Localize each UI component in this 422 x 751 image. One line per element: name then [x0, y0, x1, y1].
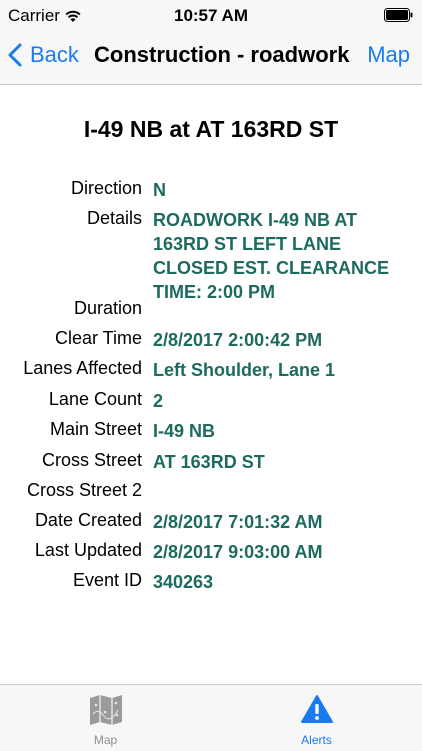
- status-time: 10:57 AM: [173, 6, 248, 25]
- field-label: Event ID: [72, 570, 142, 590]
- field-value: 2/8/2017 9:03:00 AM: [153, 542, 323, 562]
- field-label: Lane Count: [48, 389, 142, 409]
- field-label: Cross Street: [41, 450, 142, 470]
- field-label: Lanes Affected: [23, 358, 142, 378]
- field-label: Duration: [73, 298, 142, 318]
- map-icon: [89, 695, 122, 725]
- alert-icon: [300, 695, 333, 723]
- navigation-bar: Back Construction - roadwork Map: [0, 30, 422, 85]
- back-button-label: Back: [30, 42, 79, 67]
- field-label: Cross Street 2: [26, 480, 142, 500]
- tab-alerts[interactable]: Alerts: [211, 685, 422, 751]
- field-value: 2: [153, 391, 164, 411]
- event-headline: I-49 NB at AT 163RD ST: [83, 116, 339, 142]
- field-label: Clear Time: [54, 328, 142, 348]
- field-label: Last Updated: [34, 540, 142, 560]
- field-value: Left Shoulder, Lane 1: [153, 360, 336, 380]
- field-value: N: [153, 180, 166, 200]
- field-value: AT 163RD ST: [153, 452, 265, 472]
- field-label: Direction: [70, 178, 142, 198]
- field-label: Details: [86, 208, 142, 228]
- chevron-left-icon: [8, 43, 22, 67]
- field-value: 340263: [153, 572, 214, 592]
- battery-icon: [384, 7, 414, 27]
- tab-map-label: Map: [93, 733, 118, 747]
- field-value: I-49 NB: [153, 421, 216, 441]
- field-value: ROADWORK I-49 NB AT 163RD ST LEFT LANE C…: [153, 210, 390, 302]
- tab-map[interactable]: Map: [0, 685, 211, 751]
- field-value: 2/8/2017 7:01:32 AM: [153, 512, 323, 532]
- page-title: Construction - roadwork: [94, 42, 350, 67]
- field-label: Main Street: [49, 419, 142, 439]
- tab-bar: Map Alerts: [0, 684, 422, 751]
- map-button[interactable]: Map: [367, 42, 410, 68]
- back-button[interactable]: Back: [8, 42, 79, 68]
- field-value: 2/8/2017 2:00:42 PM: [153, 330, 323, 350]
- status-bar: Carrier 10:57 AM: [0, 0, 422, 30]
- field-label: Date Created: [34, 510, 142, 530]
- tab-alerts-label: Alerts: [301, 733, 332, 747]
